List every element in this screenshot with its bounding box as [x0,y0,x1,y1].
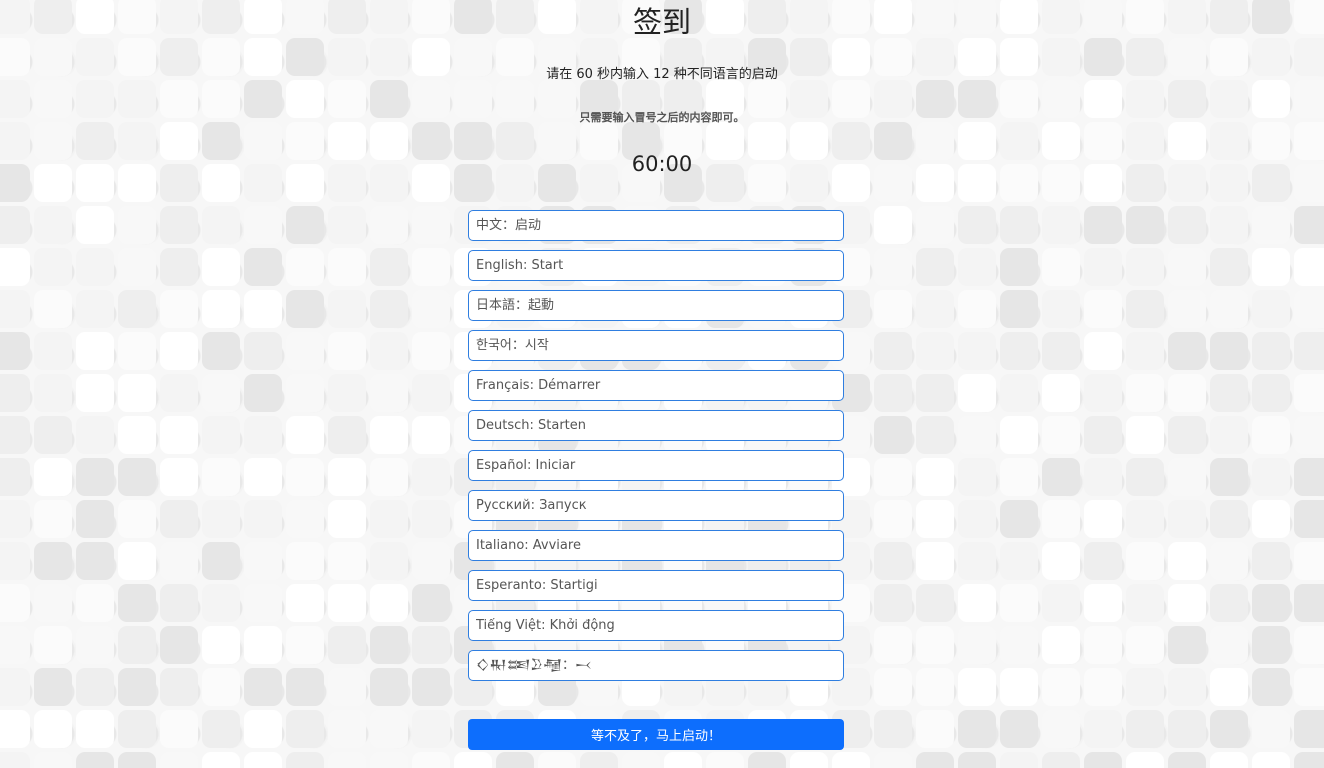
language-input-german[interactable] [468,410,844,441]
language-input-esperanto[interactable] [468,570,844,601]
page-title: 签到 [632,5,691,39]
language-input-vietnamese[interactable] [468,610,844,641]
language-input-korean[interactable] [468,330,844,361]
language-input-english[interactable] [468,250,844,281]
checkin-page: 签到 请在 60 秒内输入 12 种不同语言的启动 只需要输入冒号之后的内容即可… [0,0,1324,768]
language-input-russian[interactable] [468,490,844,521]
countdown-timer: 60:00 [631,152,693,176]
language-input-french[interactable] [468,370,844,401]
instruction-text: 请在 60 秒内输入 12 种不同语言的启动 [546,67,778,82]
language-input-spanish[interactable] [468,450,844,481]
language-input-japanese[interactable] [468,290,844,321]
instruction-note: 只需要输入冒号之后的内容即可。 [579,111,745,124]
language-input-cuneiform[interactable] [468,650,844,681]
language-input-italian[interactable] [468,530,844,561]
language-input-chinese[interactable] [468,210,844,241]
start-now-button[interactable]: 等不及了，马上启动！ [468,719,844,750]
